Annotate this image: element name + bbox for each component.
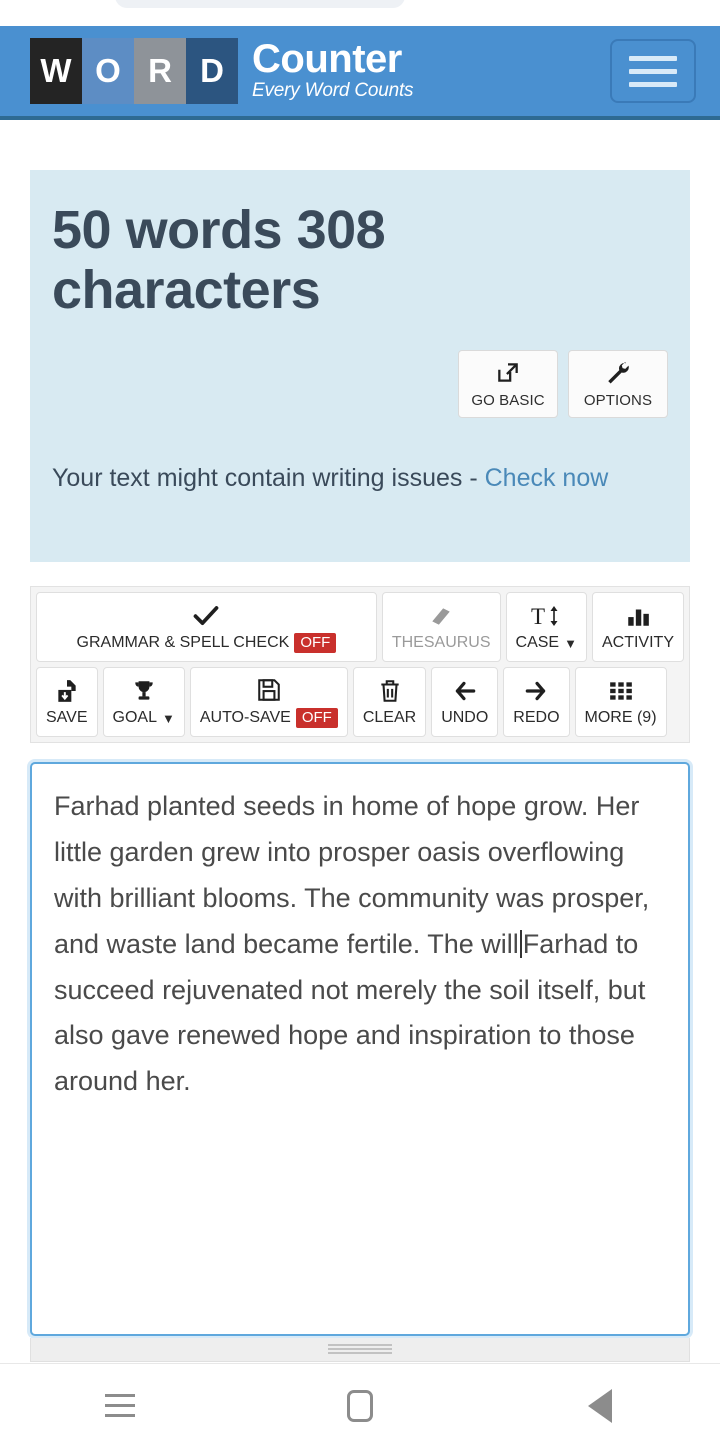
goal-label-wrap: GOAL ▼: [113, 709, 175, 727]
brand-logo[interactable]: W O R D Counter Every Word Counts: [30, 37, 414, 104]
stats-panel: 50 words 308 characters GO BASIC OPTIONS: [30, 170, 690, 562]
grammar-spell-check-button[interactable]: GRAMMAR & SPELL CHECK OFF: [36, 592, 377, 662]
logo-tiles: W O R D: [30, 38, 238, 104]
menu-line-3: [629, 81, 677, 87]
home-square-icon: [347, 1389, 373, 1422]
book-icon: [427, 601, 455, 631]
file-download-icon: [54, 676, 80, 706]
resize-grip-icon: [328, 1344, 392, 1355]
grid-dots-icon: [607, 676, 635, 706]
browser-url-pill[interactable]: [115, 0, 405, 8]
hamburger-menu-icon[interactable]: [610, 39, 696, 103]
nav-recents-button[interactable]: [60, 1371, 180, 1441]
arrow-left-icon: [451, 676, 479, 706]
toolbar-row-1: GRAMMAR & SPELL CHECK OFF THESAURUS T CA…: [36, 592, 684, 662]
logo-tile-o: O: [82, 38, 134, 104]
android-navigation-bar: [0, 1363, 720, 1447]
app-screen: W O R D Counter Every Word Counts 50 wor…: [0, 0, 720, 1447]
menu-line-2: [629, 68, 677, 74]
undo-button[interactable]: UNDO: [431, 667, 499, 737]
bar-chart-icon: [624, 601, 652, 631]
options-label: OPTIONS: [583, 392, 653, 409]
menu-line-1: [629, 55, 677, 61]
grammar-spell-check-label-wrap: GRAMMAR & SPELL CHECK OFF: [77, 633, 337, 653]
editor-toolbar: GRAMMAR & SPELL CHECK OFF THESAURUS T CA…: [30, 586, 690, 743]
wrench-icon: [605, 359, 631, 387]
clear-label: CLEAR: [362, 709, 417, 726]
go-basic-label: GO BASIC: [471, 392, 545, 409]
word-character-count: 50 words 308 characters: [52, 200, 386, 321]
thesaurus-button[interactable]: THESAURUS: [381, 592, 501, 662]
goal-label: GOAL: [112, 709, 157, 726]
logo-tile-r: R: [134, 38, 186, 104]
trophy-icon: [131, 676, 157, 706]
brand-tagline: Every Word Counts: [252, 79, 414, 101]
nav-home-button[interactable]: [300, 1371, 420, 1441]
more-options-label: MORE (9): [584, 709, 657, 726]
external-link-icon: [495, 359, 521, 387]
case-label-wrap: CASE ▼: [516, 634, 577, 652]
panel-action-buttons: GO BASIC OPTIONS: [458, 350, 668, 418]
go-basic-button[interactable]: GO BASIC: [458, 350, 558, 418]
case-label: CASE: [515, 634, 560, 651]
thesaurus-label: THESAURUS: [391, 634, 491, 651]
menu-lines-icon: [105, 1394, 135, 1417]
redo-label: REDO: [513, 709, 560, 726]
options-button[interactable]: OPTIONS: [568, 350, 668, 418]
back-triangle-icon: [588, 1388, 612, 1423]
text-size-icon: T: [530, 601, 562, 631]
app-header: W O R D Counter Every Word Counts: [0, 26, 720, 120]
goal-button[interactable]: GOAL ▼: [102, 667, 185, 737]
auto-save-label: AUTO-SAVE: [199, 709, 291, 726]
floppy-disk-icon: [256, 675, 282, 705]
editor-resize-handle[interactable]: [30, 1338, 690, 1362]
activity-label: ACTIVITY: [601, 634, 674, 651]
brand-name: Counter: [252, 37, 402, 82]
arrow-right-icon: [522, 676, 550, 706]
svg-text:T: T: [531, 604, 545, 629]
grammar-spell-check-label: GRAMMAR & SPELL CHECK: [76, 634, 290, 651]
check-now-link[interactable]: Check now: [485, 464, 609, 492]
chevron-down-icon: ▼: [564, 635, 577, 651]
checkmark-icon: [192, 600, 220, 630]
case-button[interactable]: T CASE ▼: [505, 592, 587, 662]
auto-save-status-badge: OFF: [295, 708, 338, 728]
writing-issues-text: Your text might contain writing issues -: [52, 464, 485, 492]
auto-save-button[interactable]: AUTO-SAVE OFF: [189, 667, 348, 737]
writing-issues-notice: Your text might contain writing issues -…: [52, 460, 662, 498]
logo-tile-d: D: [186, 38, 238, 104]
nav-back-button[interactable]: [540, 1371, 660, 1441]
toolbar-row-2: SAVE GOAL ▼ AUTO-SAVE OFF CLEAR UNDO RED…: [36, 667, 684, 737]
logo-tile-w: W: [30, 38, 82, 104]
activity-button[interactable]: ACTIVITY: [591, 592, 684, 662]
brand-wordmark: Counter Every Word Counts: [252, 37, 414, 101]
auto-save-label-wrap: AUTO-SAVE OFF: [200, 708, 338, 728]
more-options-button[interactable]: MORE (9): [574, 667, 667, 737]
redo-button[interactable]: REDO: [503, 667, 570, 737]
grammar-status-badge: OFF: [294, 633, 337, 653]
chevron-down-icon: ▼: [161, 710, 175, 726]
text-caret: [519, 929, 522, 958]
save-button[interactable]: SAVE: [36, 667, 98, 737]
text-editor[interactable]: Farhad planted seeds in home of hope gro…: [30, 762, 690, 1336]
save-label: SAVE: [46, 709, 88, 726]
browser-chrome-strip: [0, 0, 720, 26]
undo-label: UNDO: [441, 709, 489, 726]
clear-button[interactable]: CLEAR: [352, 667, 427, 737]
trash-icon: [377, 676, 403, 706]
